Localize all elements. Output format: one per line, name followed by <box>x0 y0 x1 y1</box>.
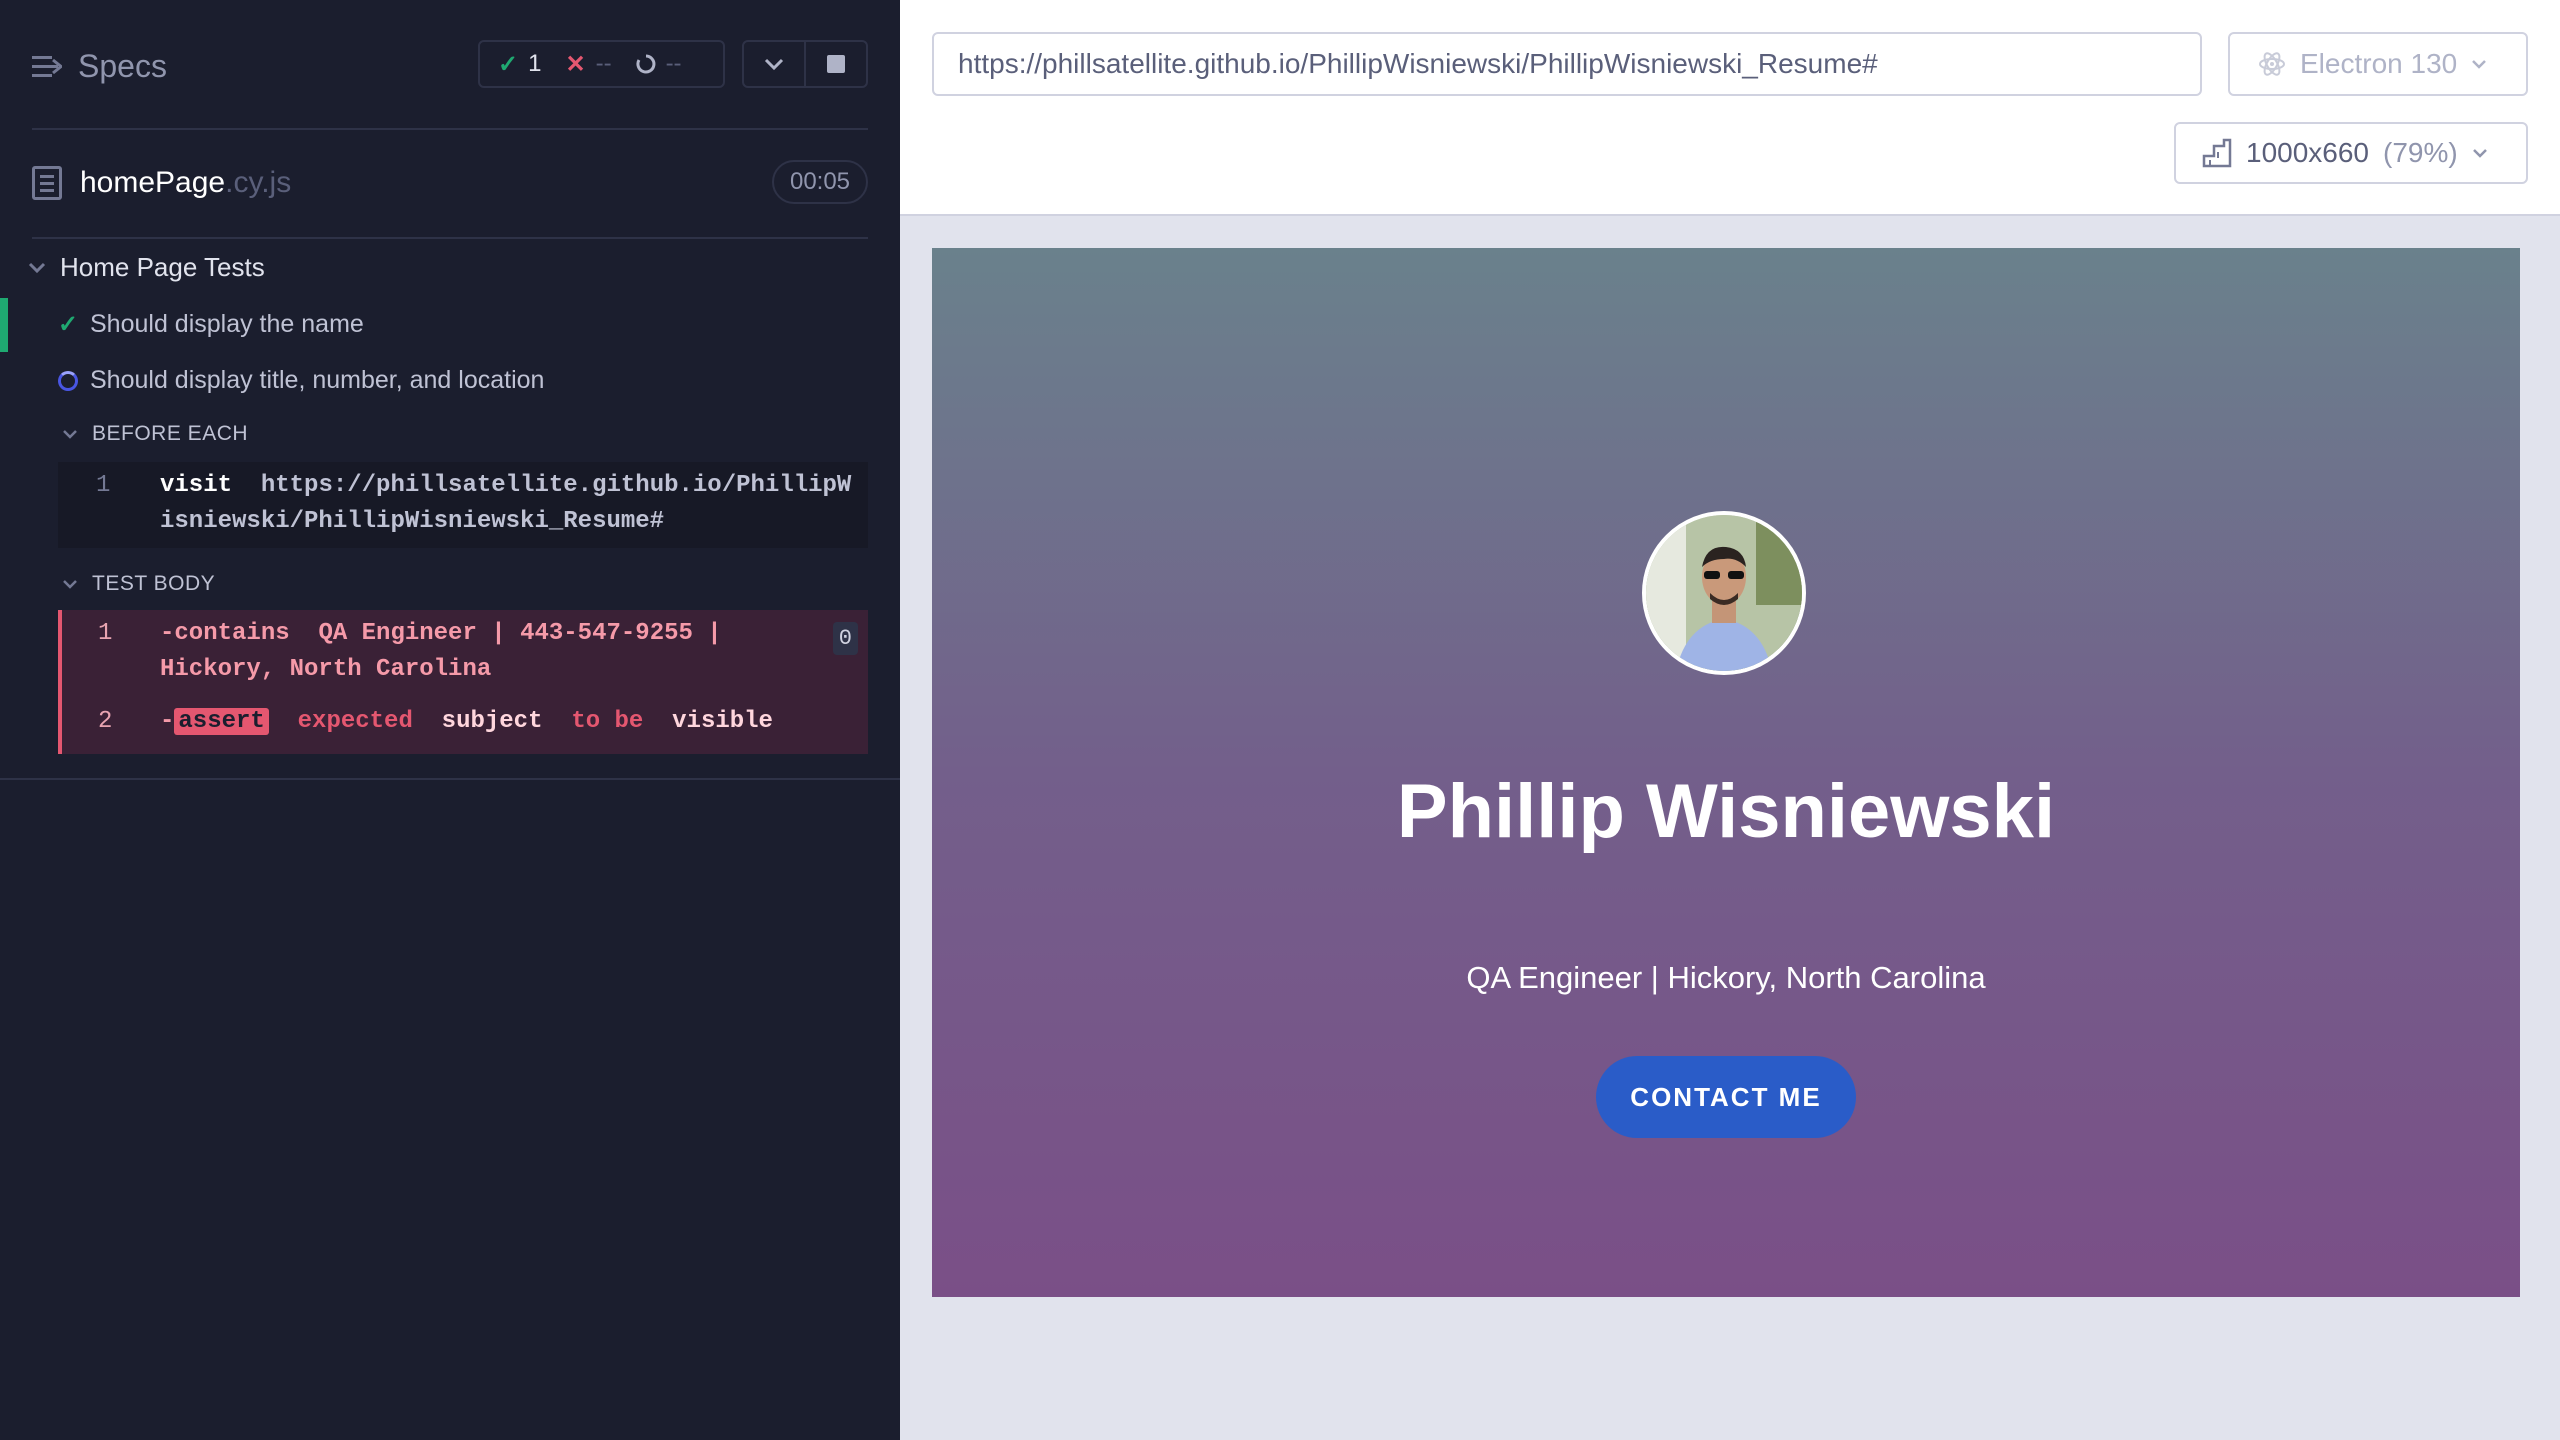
command-number: 1 <box>96 472 111 499</box>
x-icon: ✕ <box>565 50 586 78</box>
browser-selector[interactable]: Electron 130 <box>2228 32 2528 96</box>
aut-header: https://phillsatellite.github.io/Phillip… <box>900 0 2560 216</box>
passed-stat: ✓ 1 <box>498 50 541 79</box>
collapse-button[interactable] <box>744 42 804 86</box>
chevron-down-icon <box>28 262 46 273</box>
assert-word: expected <box>297 708 413 735</box>
spec-file-ext: .cy.js <box>225 166 292 199</box>
viewport-size: 1000x660 <box>2246 137 2370 168</box>
profile-avatar <box>1642 511 1806 675</box>
test-title: Should display title, number, and locati… <box>90 366 545 394</box>
chevron-down-icon <box>63 430 77 439</box>
command-arg-continued: isniewski/PhillipWisniewski_Resume# <box>160 508 665 535</box>
hero-subtitle: QA Engineer | Hickory, North Carolina <box>1466 960 1986 995</box>
command-line-1: -contains QA Engineer | 443-547-9255 | <box>160 616 722 652</box>
command-arg: https://phillsatellite.github.io/Phillip… <box>260 472 852 499</box>
viewport-selector[interactable]: 1000x660 (79%) <box>2174 122 2528 184</box>
stop-button[interactable] <box>804 42 866 86</box>
test-title: Should display the name <box>90 310 364 338</box>
electron-icon <box>2259 52 2285 76</box>
ruler-icon <box>2202 138 2232 168</box>
hook-before-each[interactable]: BEFORE EACH <box>62 422 248 446</box>
assert-word: subject <box>441 708 543 735</box>
test-body-commands: 1 -contains QA Engineer | 443-547-9255 |… <box>58 610 868 754</box>
hook-label: BEFORE EACH <box>92 422 249 445</box>
passed-count: 1 <box>528 50 542 77</box>
specs-label: Specs <box>78 48 167 84</box>
suite-home-page-tests[interactable]: Home Page Tests <box>28 252 265 283</box>
command-name: visit <box>160 472 233 499</box>
header-divider <box>32 128 868 130</box>
command-name: -contains <box>160 620 290 647</box>
element-count-badge: 0 <box>832 622 858 655</box>
chevron-down-icon <box>2472 60 2487 69</box>
assert-badge: assert <box>174 708 269 735</box>
run-duration-badge: 00:05 <box>772 160 868 204</box>
test-item-display-title-number-location[interactable]: Should display title, number, and locati… <box>58 366 544 395</box>
pending-icon <box>636 54 655 74</box>
chevron-down-icon <box>764 58 784 71</box>
contact-me-button[interactable]: CONTACT ME <box>1596 1056 1856 1138</box>
failed-count: -- <box>595 50 612 77</box>
chevron-down-icon <box>2472 149 2487 158</box>
file-divider <box>32 237 868 239</box>
pending-stat: -- <box>636 50 682 78</box>
url-bar[interactable]: https://phillsatellite.github.io/Phillip… <box>932 32 2202 96</box>
suite-divider <box>0 778 900 780</box>
reporter-header: Specs ✓ 1 ✕ -- -- <box>0 0 900 130</box>
check-icon: ✓ <box>498 50 519 78</box>
specs-list-icon <box>32 55 62 77</box>
stop-icon <box>827 55 845 73</box>
command-line: - assert expected subject to be visible <box>160 704 773 740</box>
chevron-down-icon <box>63 580 77 589</box>
assert-word: to be <box>571 708 644 735</box>
command-arg-continued: Hickory, North Carolina <box>160 656 492 683</box>
reporter-panel: Specs ✓ 1 ✕ -- -- homePage .cy.js 00:05 … <box>0 0 900 1440</box>
command-arg: QA Engineer | 443-547-9255 | <box>318 620 722 647</box>
spec-file-name: homePage <box>80 166 226 199</box>
test-item-display-name[interactable]: ✓ Should display the name <box>58 310 364 339</box>
hook-test-body[interactable]: TEST BODY <box>62 572 215 596</box>
command-line-1: visit https://phillsatellite.github.io/P… <box>160 468 851 504</box>
hero-name: Phillip Wisniewski <box>1396 769 2056 854</box>
person-photo-icon <box>1646 515 1802 671</box>
pending-count: -- <box>665 50 682 77</box>
browser-label: Electron 130 <box>2300 48 2458 79</box>
test-stats: ✓ 1 ✕ -- -- <box>478 40 725 88</box>
assert-word: visible <box>672 708 773 735</box>
run-controls <box>742 40 868 88</box>
specs-toggle-button[interactable]: Specs <box>32 48 167 85</box>
running-spinner-icon <box>58 370 78 391</box>
command-number: 1 <box>98 620 113 647</box>
command-visit[interactable]: 1 visit https://phillsatellite.github.io… <box>58 462 868 548</box>
spec-file-row[interactable]: homePage .cy.js 00:05 <box>32 160 868 206</box>
hook-label: TEST BODY <box>92 572 216 595</box>
passed-indicator-bar <box>0 298 8 352</box>
app-preview: Phillip Wisniewski QA Engineer | Hickory… <box>932 248 2520 1297</box>
failed-stat: ✕ -- <box>565 50 611 79</box>
command-prefix: - <box>160 708 175 735</box>
viewport-scale: (79%) <box>2383 137 2458 168</box>
document-icon <box>32 166 62 200</box>
suite-title: Home Page Tests <box>60 252 265 282</box>
check-icon: ✓ <box>58 311 79 338</box>
command-number: 2 <box>98 708 113 735</box>
